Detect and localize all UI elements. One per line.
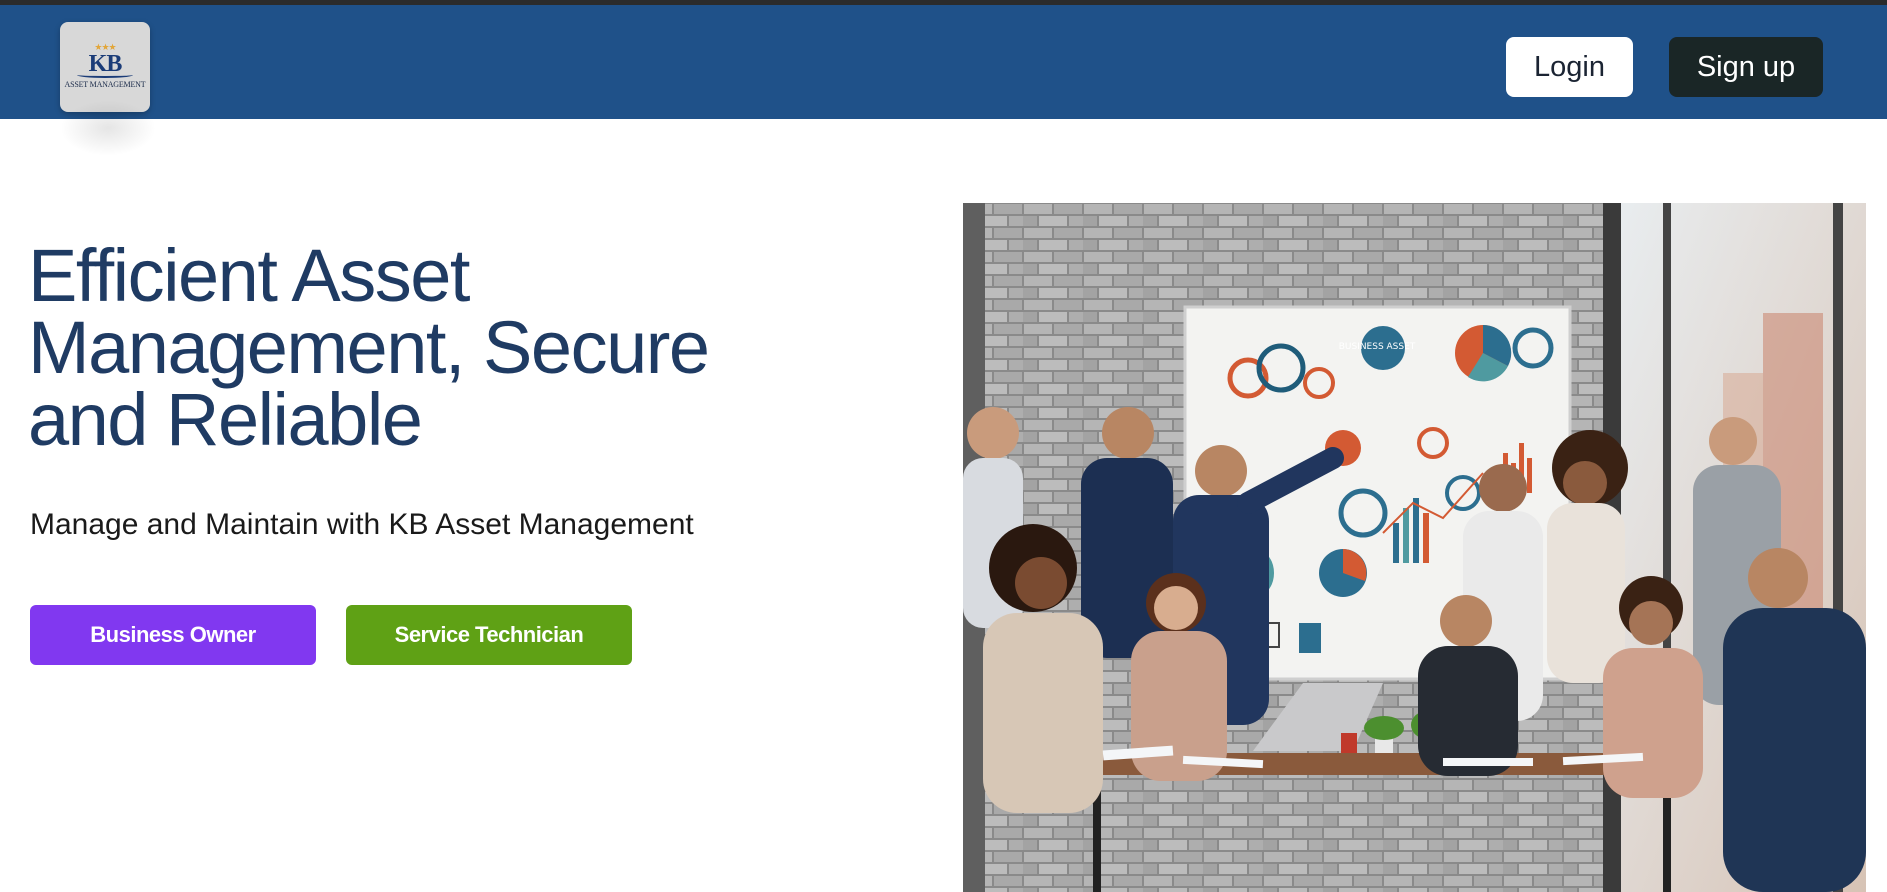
- signup-button[interactable]: Sign up: [1669, 37, 1823, 97]
- login-button[interactable]: Login: [1506, 37, 1633, 97]
- service-technician-button[interactable]: Service Technician: [346, 605, 632, 665]
- logo-swoosh: [77, 72, 133, 78]
- hero-subtitle: Manage and Maintain with KB Asset Manage…: [30, 508, 694, 541]
- whiteboard-label: BUSINESS ASSET: [1339, 342, 1416, 352]
- logo-mark: KB: [88, 51, 123, 77]
- business-owner-button[interactable]: Business Owner: [30, 605, 316, 665]
- hero-image-team-meeting: BUSINESS ASSET: [963, 203, 1866, 892]
- red-mug: [1341, 733, 1357, 753]
- site-header: ★★★ KB ASSET MANAGEMENT Login Sign up: [0, 5, 1887, 119]
- logo-shadow: [60, 100, 156, 156]
- kb-logo[interactable]: ★★★ KB ASSET MANAGEMENT: [60, 22, 150, 112]
- hero-title: Efficient Asset Management, Secure and R…: [28, 234, 710, 461]
- logo-text: ASSET MANAGEMENT: [64, 80, 146, 89]
